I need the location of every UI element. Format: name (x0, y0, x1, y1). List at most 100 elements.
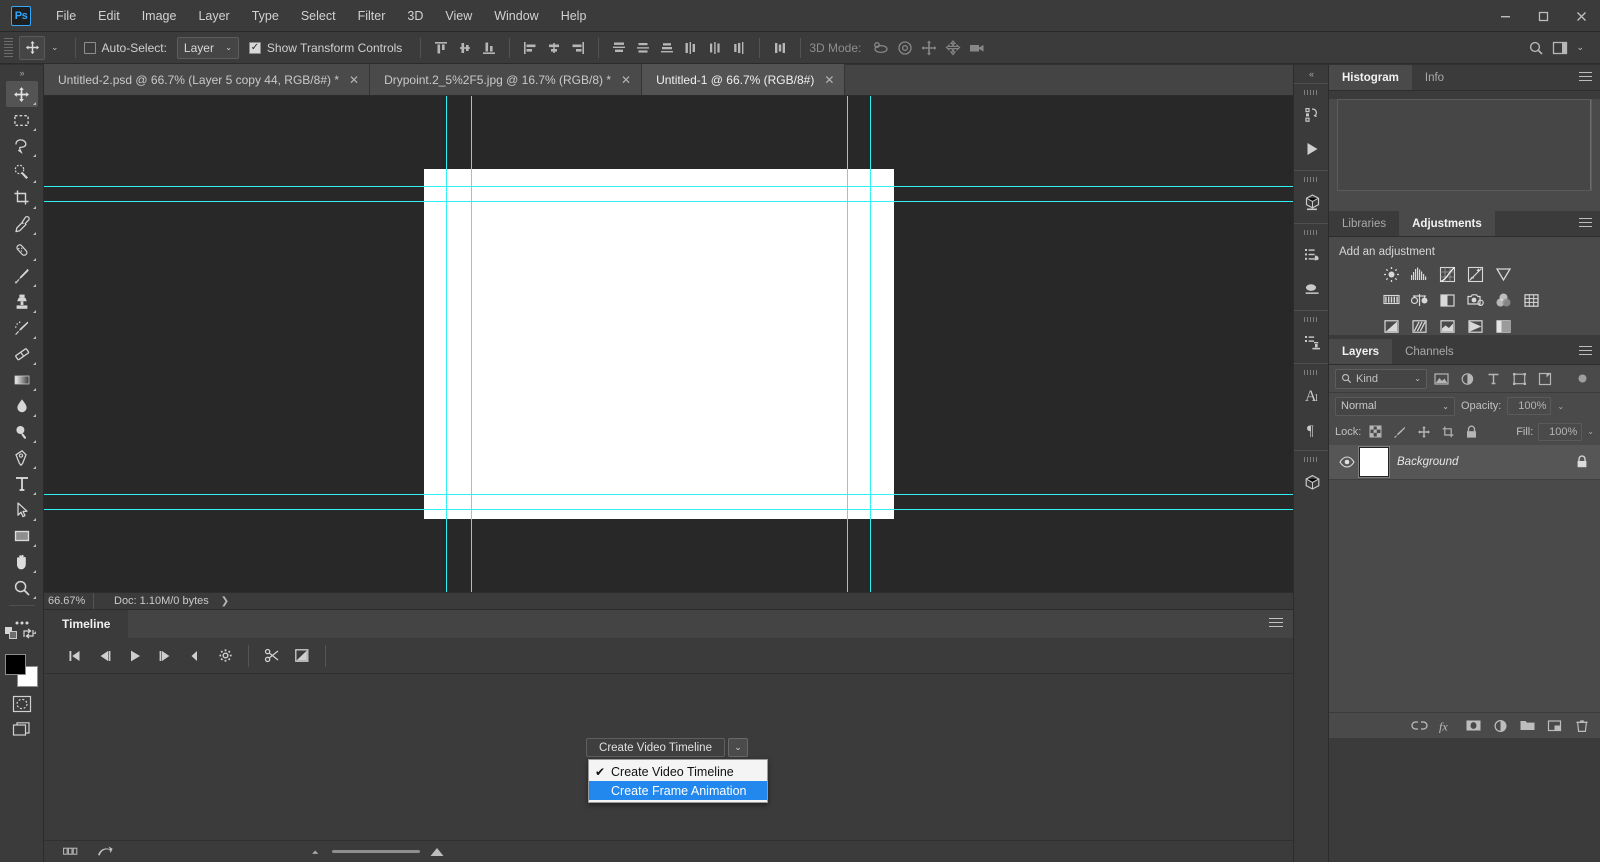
split-at-playhead-button[interactable] (257, 642, 287, 670)
close-icon[interactable]: ✕ (824, 74, 834, 86)
default-colors-icon[interactable] (4, 626, 18, 640)
layer-thumbnail[interactable] (1358, 446, 1390, 478)
close-button[interactable] (1562, 0, 1600, 32)
character-icon[interactable]: Al (1294, 378, 1330, 412)
document-tab-untitled-1[interactable]: Untitled-1 @ 66.7% (RGB/8#) ✕ (642, 64, 846, 95)
create-video-timeline-button[interactable]: Create Video Timeline (586, 738, 725, 757)
add-layer-mask-icon[interactable] (1461, 715, 1486, 737)
distribute-left-edges-icon[interactable] (679, 36, 703, 60)
foreground-color-swatch[interactable] (4, 654, 26, 675)
close-icon[interactable]: ✕ (621, 74, 631, 86)
3d-pan-icon[interactable] (917, 36, 941, 60)
lock-artboard-icon[interactable] (1438, 423, 1457, 441)
menu-type[interactable]: Type (241, 0, 290, 32)
fill-chevron-icon[interactable]: ⌄ (1587, 427, 1594, 436)
tool-move[interactable] (5, 81, 38, 107)
levels-icon[interactable] (1409, 264, 1430, 284)
filter-adjustment-icon[interactable] (1455, 368, 1479, 390)
timeline-workspace[interactable] (44, 674, 1293, 840)
panel-menu-icon[interactable] (1579, 218, 1592, 229)
tool-preset-chevron-icon[interactable]: ⌄ (47, 42, 67, 53)
toolbar-expand-icon[interactable]: » (0, 65, 44, 81)
invert-icon[interactable] (1381, 316, 1402, 336)
new-adjustment-layer-icon[interactable] (1488, 715, 1513, 737)
guide-vertical[interactable] (471, 96, 472, 592)
lock-transparent-pixels-icon[interactable] (1366, 423, 1385, 441)
minimize-button[interactable] (1486, 0, 1524, 32)
tool-pen[interactable] (6, 445, 38, 471)
artboard-canvas[interactable] (424, 169, 894, 519)
rail-grip[interactable] (1304, 457, 1318, 462)
filter-smartobject-icon[interactable] (1533, 368, 1557, 390)
guide-vertical[interactable] (870, 96, 871, 592)
filter-shape-icon[interactable] (1507, 368, 1531, 390)
status-expand-icon[interactable]: ❯ (221, 596, 229, 607)
align-horizontal-centers-icon[interactable] (542, 36, 566, 60)
settings-gear-button[interactable] (210, 642, 240, 670)
layer-row-background[interactable]: Background (1329, 444, 1600, 480)
filter-type-icon[interactable] (1481, 368, 1505, 390)
menu-view[interactable]: View (434, 0, 483, 32)
panel-menu-icon[interactable] (1579, 72, 1592, 83)
timeline-type-dropdown-menu[interactable]: ✔ Create Video Timeline Create Frame Ani… (588, 759, 768, 803)
curves-icon[interactable] (1437, 264, 1458, 284)
lock-all-icon[interactable] (1462, 423, 1481, 441)
distribute-top-edges-icon[interactable] (607, 36, 631, 60)
next-frame-button[interactable] (150, 642, 180, 670)
layer-style-fx-icon[interactable]: fx (1434, 715, 1459, 737)
tool-rectangular-marquee[interactable] (6, 107, 38, 133)
photo-filter-icon[interactable] (1465, 290, 1486, 310)
rail-grip[interactable] (1304, 90, 1318, 95)
zoom-out-icon[interactable] (309, 847, 323, 856)
filter-toggle-icon[interactable] (1570, 368, 1594, 390)
tool-path-selection[interactable] (6, 497, 38, 523)
audio-button[interactable] (180, 642, 210, 670)
lock-image-pixels-icon[interactable] (1390, 423, 1409, 441)
brush-presets-icon[interactable] (1294, 272, 1330, 306)
tool-blur[interactable] (6, 393, 38, 419)
tool-gradient[interactable] (6, 367, 38, 393)
auto-select-checkbox-box[interactable] (83, 41, 96, 54)
tab-timeline[interactable]: Timeline (44, 610, 129, 638)
expand-panels-icon[interactable]: « (1294, 65, 1328, 83)
align-right-edges-icon[interactable] (566, 36, 590, 60)
tool-rectangle[interactable] (6, 523, 38, 549)
zoom-level-field[interactable]: 66.67% (44, 593, 94, 609)
tool-hand[interactable] (6, 549, 38, 575)
options-bar-grip[interactable] (4, 37, 13, 58)
guide-horizontal[interactable] (44, 201, 1293, 202)
auto-select-scope-dropdown[interactable]: Layer ⌄ (176, 36, 239, 59)
guide-horizontal[interactable] (44, 509, 1293, 510)
canvas-area[interactable] (44, 96, 1293, 592)
tab-libraries[interactable]: Libraries (1329, 211, 1400, 236)
timeline-type-chevron-icon[interactable]: ⌄ (728, 738, 748, 757)
lock-position-icon[interactable] (1414, 423, 1433, 441)
distribute-bottom-edges-icon[interactable] (655, 36, 679, 60)
close-icon[interactable]: ✕ (349, 74, 359, 86)
swap-colors-icon[interactable] (22, 627, 35, 640)
menu-edit[interactable]: Edit (87, 0, 131, 32)
search-icon[interactable] (1524, 36, 1548, 60)
color-balance-icon[interactable] (1409, 290, 1430, 310)
menu-3d[interactable]: 3D (396, 0, 434, 32)
tool-crop[interactable] (6, 185, 38, 211)
black-white-icon[interactable] (1437, 290, 1458, 310)
3d-camera-icon[interactable] (965, 36, 989, 60)
align-bottom-edges-icon[interactable] (477, 36, 501, 60)
opacity-field[interactable]: 100% (1507, 397, 1552, 415)
color-lookup-icon[interactable] (1521, 290, 1542, 310)
convert-to-frame-animation-icon[interactable] (92, 842, 118, 862)
rail-grip[interactable] (1304, 317, 1318, 322)
tool-brush[interactable] (6, 263, 38, 289)
menu-filter[interactable]: Filter (347, 0, 397, 32)
brightness-contrast-icon[interactable] (1381, 264, 1402, 284)
timeline-zoom-slider[interactable] (309, 846, 445, 857)
play-button[interactable] (120, 642, 150, 670)
document-tab-drypoint[interactable]: Drypoint.2_5%2F5.jpg @ 16.7% (RGB/8) * ✕ (370, 64, 643, 95)
menu-image[interactable]: Image (131, 0, 188, 32)
rail-grip[interactable] (1304, 370, 1318, 375)
quick-mask-toggle[interactable] (11, 694, 33, 714)
color-swatches[interactable] (4, 654, 39, 688)
selective-color-icon[interactable] (1493, 316, 1514, 336)
show-transform-checkbox-box[interactable]: ✓ (248, 41, 261, 54)
